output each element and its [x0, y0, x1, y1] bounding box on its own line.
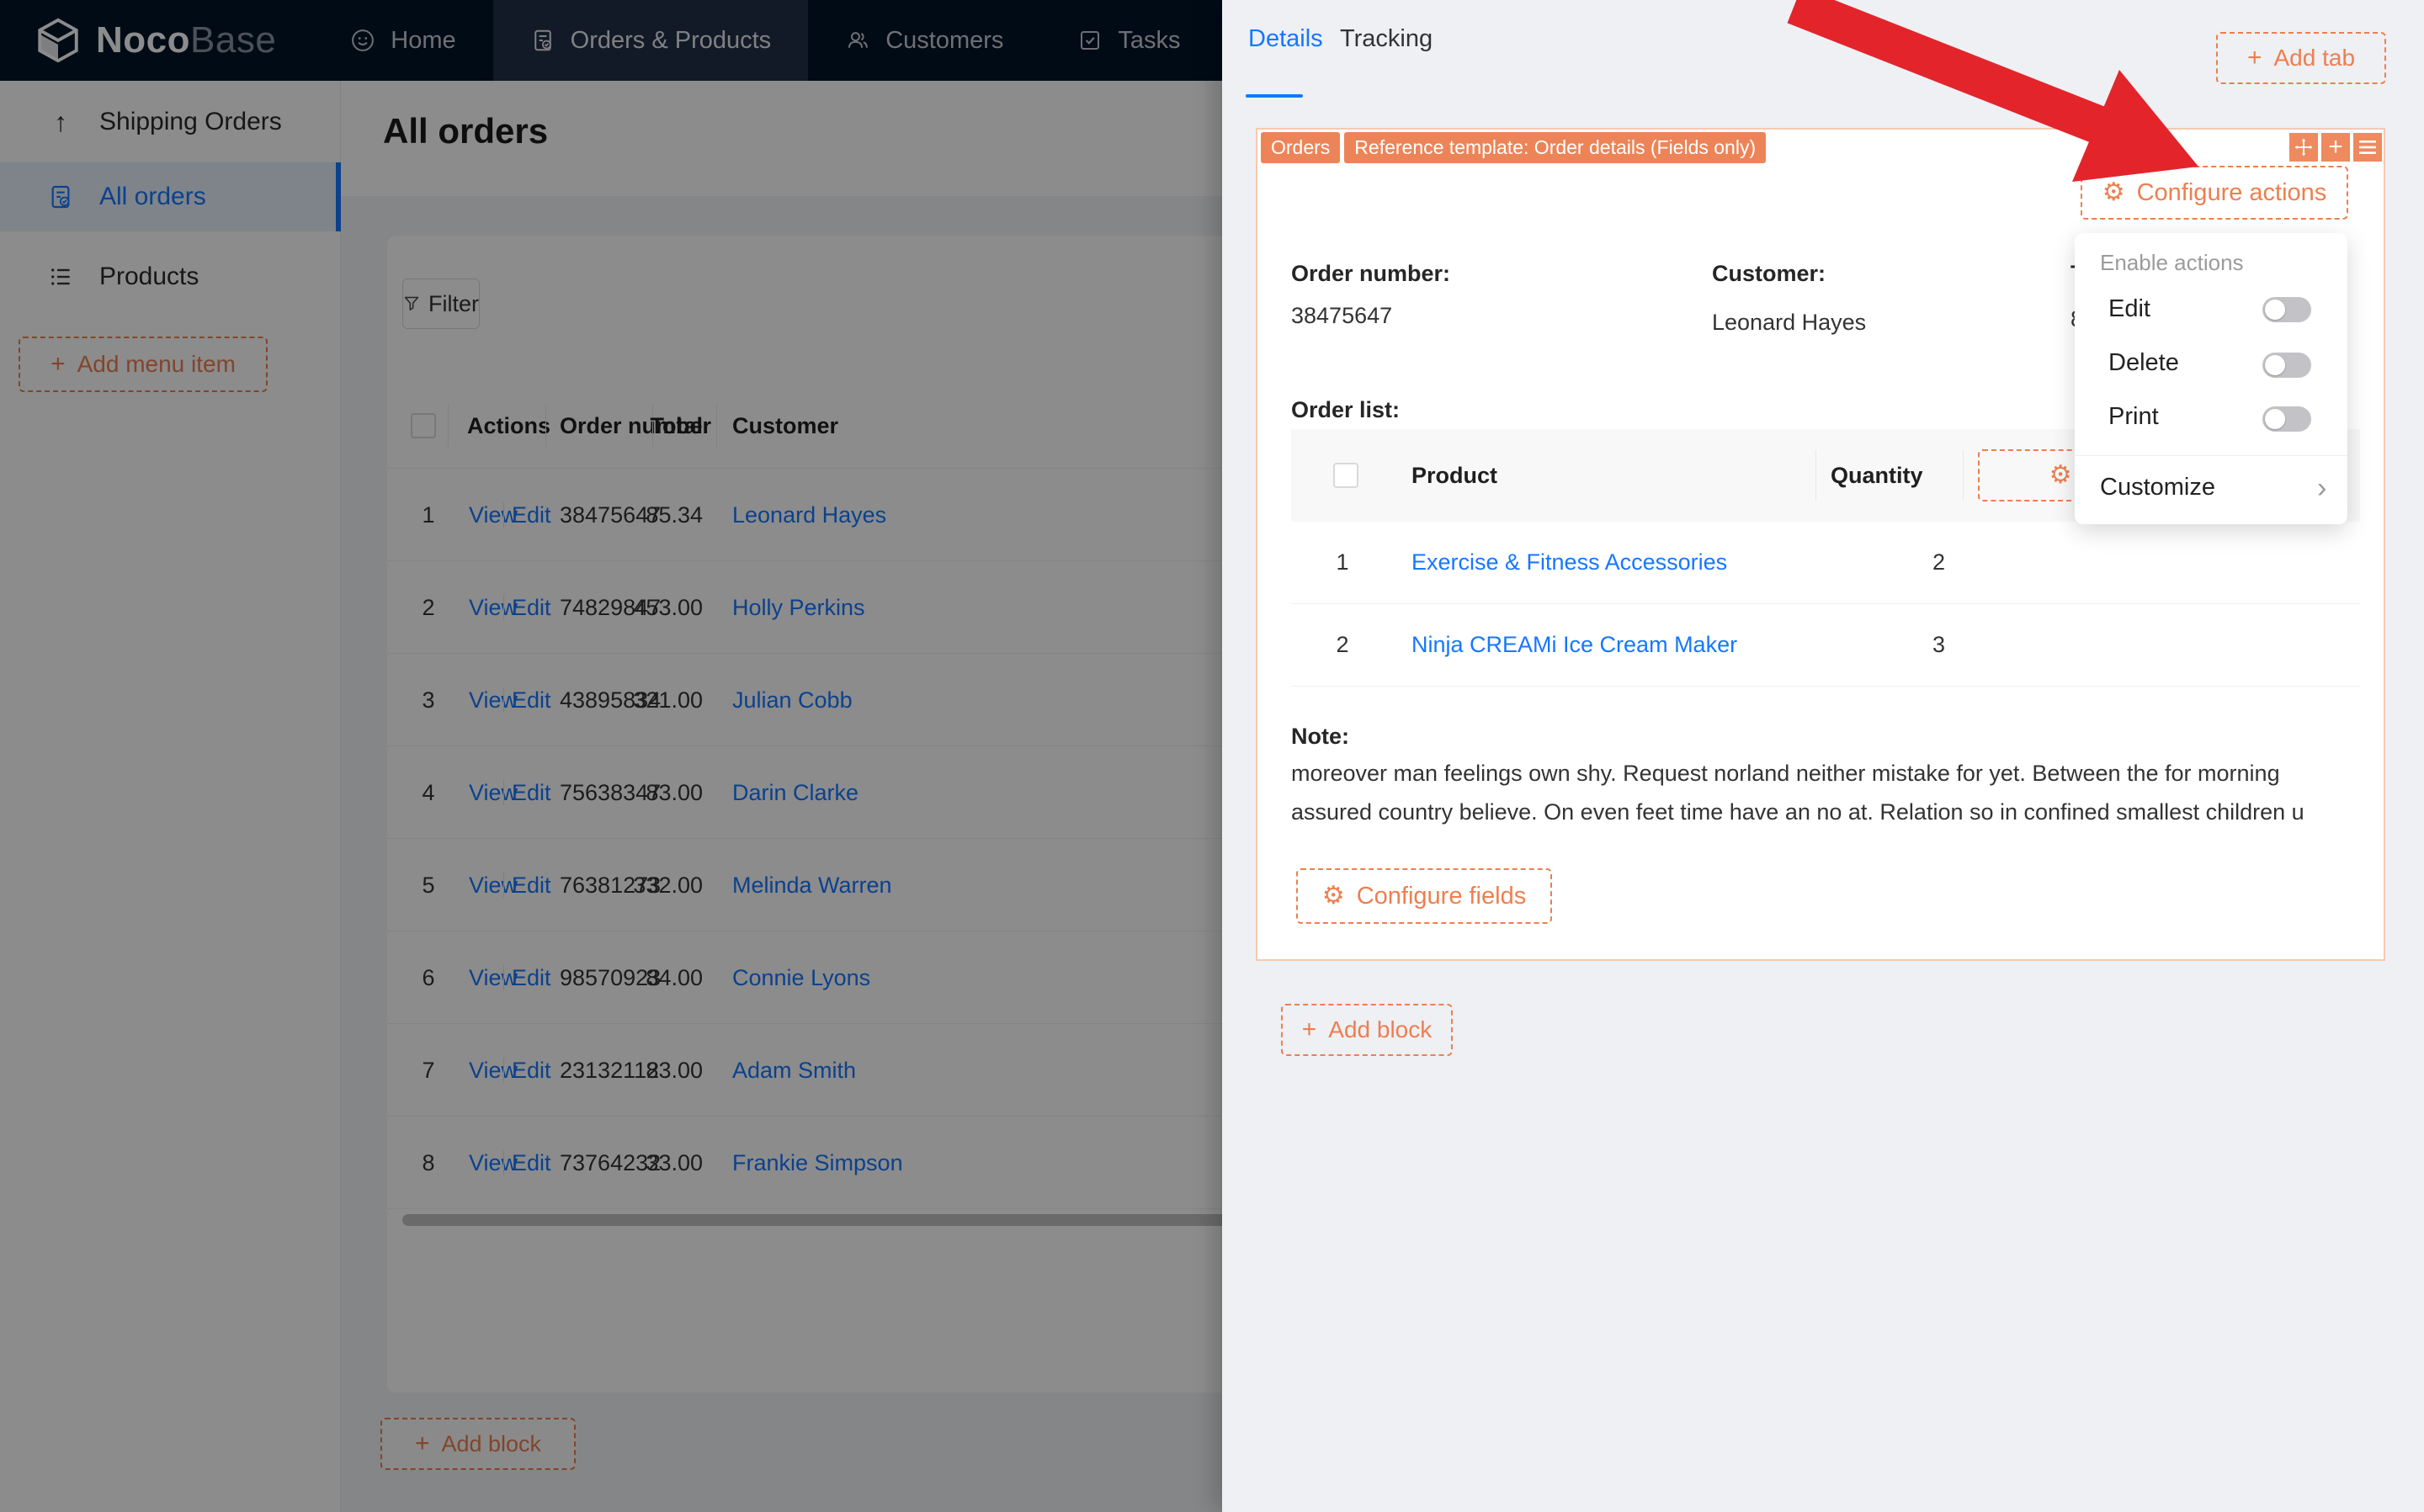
print-toggle[interactable] — [2262, 406, 2311, 432]
product-link[interactable]: Exercise & Fitness Accessories — [1411, 522, 1727, 603]
drag-move-icon — [2294, 138, 2313, 157]
add-block-inline-button[interactable]: + — [2321, 133, 2350, 162]
chevron-right-icon: › — [2317, 472, 2327, 504]
product-link[interactable]: Ninja CREAMi Ice Cream Maker — [1411, 604, 1737, 686]
note-text-line1: moreover man feelings own shy. Request n… — [1291, 761, 2280, 786]
field-value-customer-link[interactable]: Leonard Hayes — [1712, 310, 1866, 336]
note-label: Note: — [1291, 724, 1349, 749]
order-details-drawer: Details Tracking + Add tab Orders Refere… — [1222, 0, 2424, 1512]
tab-tracking[interactable]: Tracking — [1340, 25, 1433, 53]
plus-icon: + — [2246, 44, 2262, 72]
item-index: 2 — [1336, 632, 1349, 657]
gear-icon: ⚙ — [1321, 882, 1345, 910]
quantity-cell: 3 — [1932, 632, 1946, 657]
enable-actions-group-label: Enable actions — [2100, 250, 2244, 275]
order-item-row: 2 Ninja CREAMi Ice Cream Maker 3 — [1291, 604, 2360, 687]
delete-toggle[interactable] — [2262, 353, 2311, 378]
tab-details[interactable]: Details — [1248, 25, 1323, 53]
order-item-row: 1 Exercise & Fitness Accessories 2 — [1291, 522, 2360, 604]
block-badges: Orders Reference template: Order details… — [1261, 132, 1767, 163]
note-text-line2: assured country believe. On even feet ti… — [1291, 799, 2304, 825]
menu-item-edit[interactable]: Edit — [2108, 295, 2150, 323]
add-block-label: Add block — [1328, 1016, 1433, 1042]
gear-icon: ⚙ — [2102, 178, 2125, 206]
col-header-product: Product — [1411, 462, 1498, 488]
field-label-order-number: Order number: — [1291, 261, 1451, 286]
order-list-label: Order list: — [1291, 397, 1401, 422]
select-all-items-checkbox[interactable] — [1333, 463, 1358, 488]
quantity-cell: 2 — [1932, 549, 1946, 575]
menu-divider — [2075, 455, 2347, 456]
collection-badge: Orders — [1261, 132, 1341, 163]
field-value-order-number: 38475647 — [1291, 303, 1393, 328]
plus-icon: + — [1301, 1016, 1317, 1043]
configure-actions-label: Configure actions — [2136, 178, 2327, 206]
configure-actions-menu: Enable actions Edit Delete Print Customi… — [2075, 233, 2347, 524]
drag-block-button[interactable] — [2289, 133, 2318, 162]
menu-item-print[interactable]: Print — [2108, 403, 2159, 431]
drawer-add-block-button[interactable]: + Add block — [1281, 1004, 1453, 1056]
reference-template-badge: Reference template: Order details (Field… — [1344, 132, 1767, 163]
add-tab-button[interactable]: + Add tab — [2216, 32, 2386, 84]
order-items-body: 1 Exercise & Fitness Accessories 2 2 Nin… — [1291, 522, 2360, 687]
gear-icon: ⚙ — [2049, 461, 2072, 489]
menu-item-delete[interactable]: Delete — [2108, 349, 2179, 377]
block-menu-button[interactable] — [2353, 133, 2382, 162]
hamburger-menu-icon — [2359, 141, 2376, 154]
item-index: 1 — [1336, 549, 1349, 575]
configure-fields-button[interactable]: ⚙ Configure fields — [1296, 868, 1552, 924]
configure-fields-label: Configure fields — [1356, 882, 1527, 910]
menu-item-customize[interactable]: Customize — [2100, 474, 2215, 501]
add-tab-label: Add tab — [2273, 45, 2356, 71]
edit-toggle[interactable] — [2262, 297, 2311, 322]
field-label-customer: Customer: — [1712, 261, 1826, 286]
active-tab-indicator — [1246, 94, 1303, 98]
plus-icon: + — [2328, 133, 2343, 161]
configure-actions-button[interactable]: ⚙ Configure actions — [2081, 166, 2348, 220]
drawer-overlay-mask[interactable] — [0, 0, 1222, 1512]
col-header-quantity: Quantity — [1831, 462, 1923, 488]
